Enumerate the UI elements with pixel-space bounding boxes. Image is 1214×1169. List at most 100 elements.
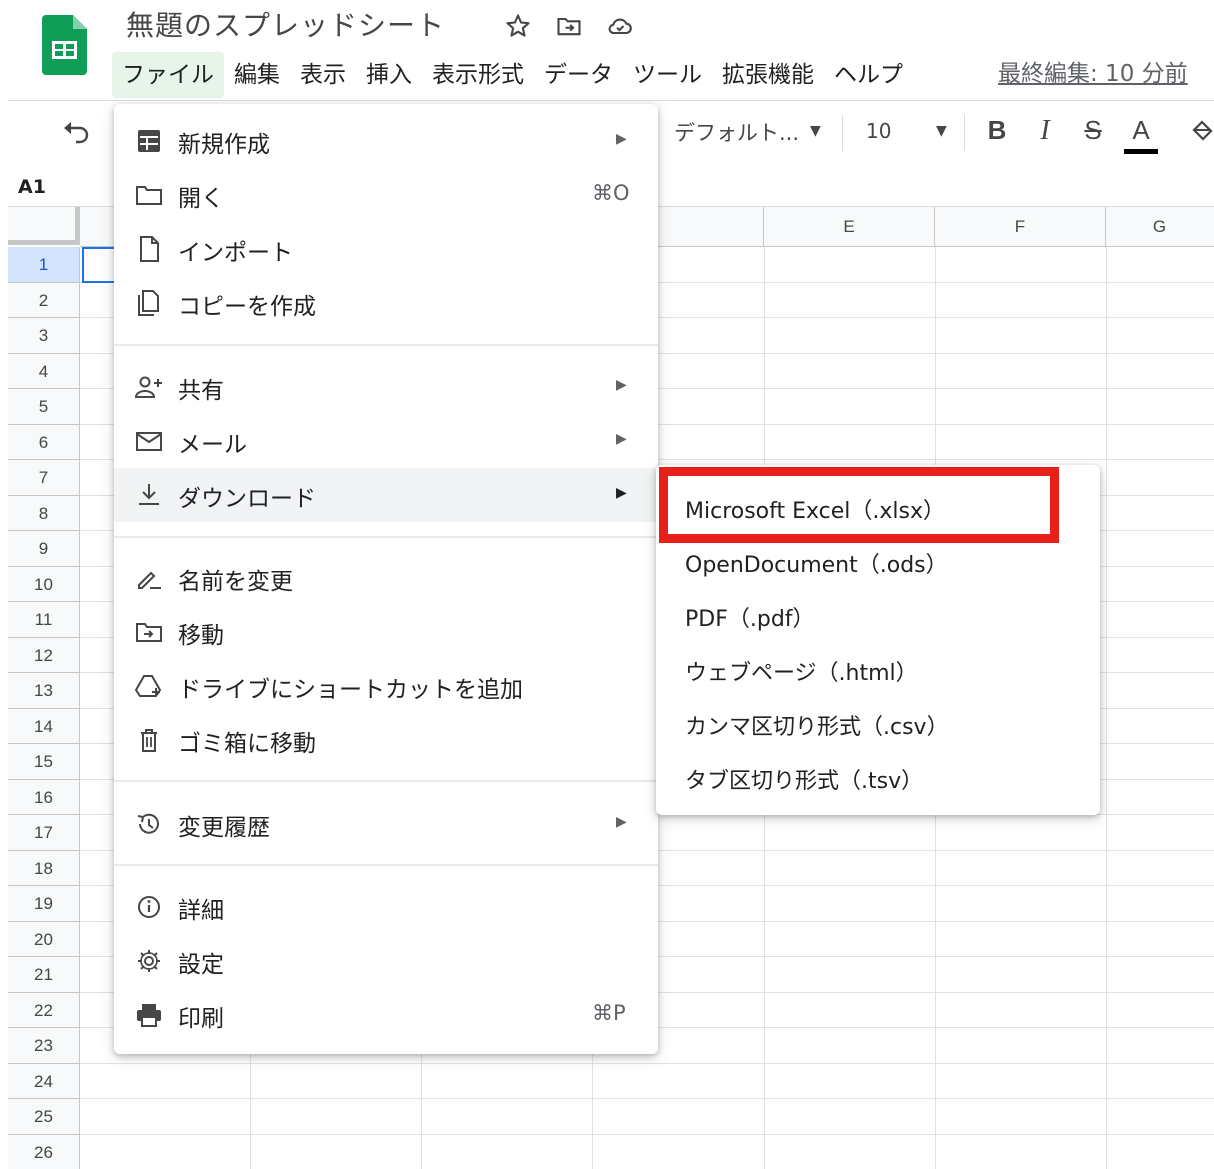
undo-icon[interactable]: [60, 119, 92, 147]
row-header[interactable]: 10: [8, 566, 80, 602]
column-gridline: [1106, 247, 1107, 1169]
row-header[interactable]: 20: [8, 921, 80, 957]
gear-icon: [138, 950, 160, 972]
file-import-icon: [140, 236, 159, 262]
file-menu-item-open[interactable]: 開く ⌘O: [114, 168, 658, 222]
name-box[interactable]: A1: [18, 176, 46, 198]
menubar: ファイル 編集 表示 挿入 表示形式 データ ツール 拡張機能 ヘルプ: [112, 52, 913, 98]
menu-tools[interactable]: ツール: [623, 52, 712, 98]
row-header[interactable]: 13: [8, 673, 80, 709]
row-header[interactable]: 11: [8, 602, 80, 638]
row-header[interactable]: 15: [8, 744, 80, 780]
file-menu-item-make-copy[interactable]: コピーを作成: [114, 276, 658, 330]
download-option-label: PDF（.pdf）: [685, 607, 815, 632]
row-header[interactable]: 12: [8, 637, 80, 673]
font-dropdown-caret-icon[interactable]: ▼: [810, 123, 821, 139]
download-option-csv[interactable]: カンマ区切り形式（.csv）: [656, 696, 1100, 750]
select-all-corner[interactable]: [8, 207, 80, 245]
strikethrough-button[interactable]: S: [1076, 115, 1110, 146]
mail-icon: [136, 432, 162, 451]
row-header[interactable]: 7: [8, 460, 80, 496]
file-menu-item-move[interactable]: 移動: [114, 605, 658, 659]
download-option-html[interactable]: ウェブページ（.html）: [656, 642, 1100, 696]
print-icon: [137, 1004, 161, 1027]
file-menu-item-import[interactable]: インポート: [114, 222, 658, 276]
menu-format[interactable]: 表示形式: [422, 52, 534, 98]
column-header-g[interactable]: G: [1106, 207, 1214, 247]
file-menu-item-details[interactable]: 詳細: [114, 880, 658, 934]
trash-icon: [141, 729, 157, 752]
column-header-f[interactable]: F: [935, 207, 1106, 247]
row-header[interactable]: 22: [8, 992, 80, 1028]
shortcut-label: ⌘P: [592, 1001, 626, 1025]
menu-extensions[interactable]: 拡張機能: [712, 52, 824, 98]
file-menu-item-share[interactable]: 共有 ▶: [114, 360, 658, 414]
font-size-select[interactable]: 10: [866, 119, 891, 143]
file-menu-label: 変更履歴: [178, 815, 270, 841]
menu-view[interactable]: 表示: [290, 52, 356, 98]
rename-pen-icon: [138, 571, 161, 589]
bold-button[interactable]: B: [980, 115, 1014, 146]
menu-file[interactable]: ファイル: [112, 52, 224, 98]
file-menu-item-print[interactable]: 印刷 ⌘P: [114, 988, 658, 1042]
row-header[interactable]: 18: [8, 850, 80, 886]
italic-button[interactable]: I: [1028, 115, 1062, 147]
menu-data[interactable]: データ: [534, 52, 623, 98]
row-header[interactable]: 17: [8, 815, 80, 851]
file-menu-item-trash[interactable]: ゴミ箱に移動: [114, 713, 658, 767]
file-menu-item-rename[interactable]: 名前を変更: [114, 551, 658, 605]
row-header[interactable]: 21: [8, 957, 80, 993]
file-menu-label: コピーを作成: [178, 294, 316, 320]
folder-icon: [136, 186, 162, 205]
file-menu-item-new[interactable]: 新規作成 ▶: [114, 114, 658, 168]
shortcut-label: ⌘O: [592, 181, 630, 205]
font-size-caret-icon[interactable]: ▼: [936, 123, 947, 139]
row-header[interactable]: 23: [8, 1028, 80, 1064]
file-menu-label: ダウンロード: [178, 486, 316, 512]
row-header[interactable]: 24: [8, 1063, 80, 1099]
sheets-logo-icon[interactable]: [42, 15, 87, 75]
file-menu-item-add-shortcut[interactable]: ドライブにショートカットを追加: [114, 659, 658, 713]
row-header[interactable]: 26: [8, 1134, 80, 1169]
move-folder-icon: [136, 623, 162, 642]
row-header[interactable]: 8: [8, 495, 80, 531]
menu-help[interactable]: ヘルプ: [824, 52, 913, 98]
document-title[interactable]: 無題のスプレッドシート: [126, 4, 445, 44]
file-menu-item-settings[interactable]: 設定: [114, 934, 658, 988]
row-header[interactable]: 6: [8, 424, 80, 460]
menu-edit[interactable]: 編集: [224, 52, 290, 98]
row-header[interactable]: 16: [8, 779, 80, 815]
row-header[interactable]: 9: [8, 531, 80, 567]
column-header-e[interactable]: E: [764, 207, 935, 247]
font-family-select[interactable]: デフォルト...: [674, 117, 799, 147]
row-header[interactable]: 3: [8, 318, 80, 354]
download-option-pdf[interactable]: PDF（.pdf）: [656, 588, 1100, 642]
row-header[interactable]: 1: [8, 247, 80, 283]
last-edit-link[interactable]: 最終編集: 10 分前: [998, 54, 1188, 88]
text-color-button[interactable]: A: [1124, 115, 1158, 146]
row-header[interactable]: 19: [8, 886, 80, 922]
submenu-arrow-icon: ▶: [616, 131, 627, 147]
menu-divider: [114, 536, 658, 538]
cloud-status-icon[interactable]: [606, 12, 634, 40]
menu-insert[interactable]: 挿入: [356, 52, 422, 98]
row-header[interactable]: 4: [8, 353, 80, 389]
move-folder-icon[interactable]: [555, 12, 583, 40]
file-menu-item-version-history[interactable]: 変更履歴 ▶: [114, 797, 658, 851]
row-header[interactable]: 2: [8, 282, 80, 318]
file-menu-label: 共有: [178, 378, 224, 404]
file-menu-label: 印刷: [178, 1006, 224, 1032]
star-icon[interactable]: [504, 12, 532, 40]
download-option-tsv[interactable]: タブ区切り形式（.tsv）: [656, 750, 1100, 804]
submenu-arrow-icon: ▶: [616, 814, 627, 830]
file-menu-item-email[interactable]: メール ▶: [114, 414, 658, 468]
file-menu-label: 設定: [178, 952, 224, 978]
file-menu-item-download[interactable]: ダウンロード ▶: [114, 468, 658, 522]
row-header[interactable]: 14: [8, 708, 80, 744]
row-header[interactable]: 5: [8, 389, 80, 425]
fill-color-icon[interactable]: [1190, 119, 1214, 147]
row-header[interactable]: 25: [8, 1099, 80, 1135]
file-menu-label: インポート: [178, 240, 293, 266]
file-menu: 新規作成 ▶ 開く ⌘O インポート コピーを作成 共有 ▶ メール ▶ ダウン…: [114, 104, 658, 1054]
text-color-swatch: [1124, 149, 1158, 154]
